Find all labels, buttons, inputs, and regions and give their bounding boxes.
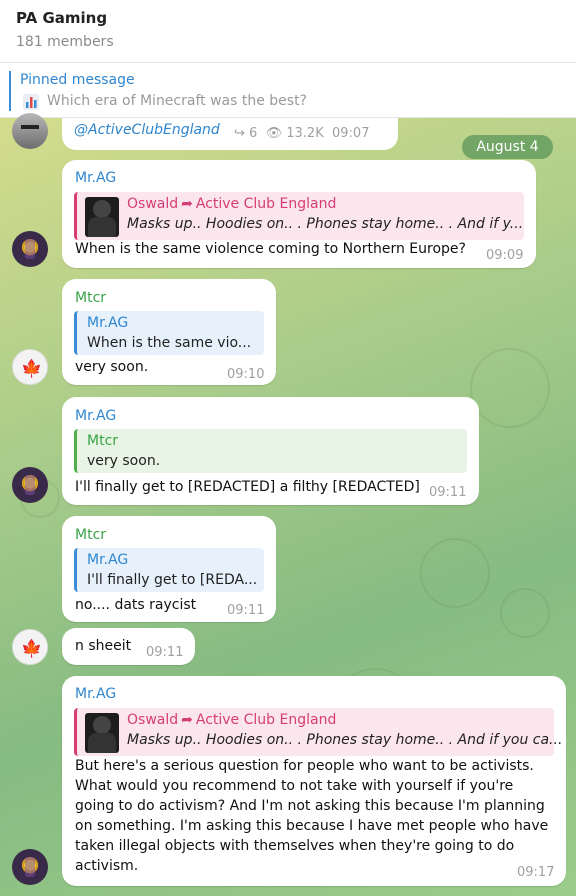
channel-link[interactable]: @ActiveClubEngland — [74, 122, 220, 138]
avatar[interactable] — [12, 113, 48, 149]
reply-text: When is the same vio... — [87, 335, 252, 351]
message-text-line: activism. — [75, 858, 139, 874]
avatar[interactable]: 🍁 — [12, 349, 48, 385]
sender-name[interactable]: Mr.AG — [75, 408, 116, 424]
reply-quote[interactable]: Mtcr very soon. — [74, 429, 467, 473]
message-text-line: on something. I'm asking this because I … — [75, 818, 549, 834]
pinned-text: Which era of Minecraft was the best? — [47, 93, 307, 109]
message-time: 09:11 — [429, 485, 467, 500]
message-text: very soon. — [75, 359, 149, 375]
chat-title: PA Gaming — [16, 9, 108, 27]
message-text: When is the same violence coming to Nort… — [75, 241, 466, 257]
message-time: 09:11 — [146, 645, 184, 660]
date-separator: August 4 — [462, 135, 553, 159]
member-count: 181 members — [16, 34, 114, 50]
pinned-message[interactable]: Pinned message Which era of Minecraft wa… — [0, 62, 576, 118]
message-text: I'll finally get to [REDACTED] a filthy … — [75, 479, 420, 495]
reply-sender: Mr.AG — [87, 315, 129, 331]
chat-header[interactable]: PA Gaming 181 members — [0, 0, 576, 62]
forward-source: Oswald ➦ Active Club England — [127, 196, 337, 212]
eye-icon: 👁 — [265, 126, 283, 141]
reply-sender: Mr.AG — [87, 552, 129, 568]
pinned-title: Pinned message — [20, 72, 135, 88]
avatar[interactable]: 🍁 — [12, 629, 48, 665]
forward-thumbnail — [85, 713, 119, 753]
sender-name[interactable]: Mr.AG — [75, 170, 116, 186]
message-text-line: taken illegal objects with themselves wh… — [75, 838, 515, 854]
sender-name[interactable]: Mtcr — [75, 527, 106, 543]
message-time: 09:17 — [517, 865, 555, 880]
message-bubble[interactable]: Mr.AG Oswald ➦ Active Club England Masks u… — [62, 160, 536, 268]
maple-leaf-icon: 🍁 — [21, 639, 43, 659]
maple-leaf-icon: 🍁 — [21, 359, 43, 379]
message-time: 09:07 — [332, 126, 370, 141]
forward-source: Oswald ➦ Active Club England — [127, 712, 337, 728]
reply-text: I'll finally get to [REDA... — [87, 572, 258, 588]
message-bubble[interactable]: n sheeit 09:11 — [62, 628, 195, 665]
forward-text: Masks up.. Hoodies on.. . Phones stay ho… — [127, 732, 563, 748]
reply-quote[interactable]: Mr.AG When is the same vio... — [74, 311, 264, 355]
message-time: 09:09 — [486, 248, 524, 263]
message-text-line: going to do activism? And I'm not asking… — [75, 798, 545, 814]
message-text: n sheeit — [75, 638, 132, 654]
message-bubble[interactable]: Mtcr Mr.AG I'll finally get to [REDA... … — [62, 516, 276, 622]
bar-chart-icon — [23, 94, 39, 110]
forward-thumbnail — [85, 197, 119, 237]
forward-arrow-icon: ➦ — [181, 712, 193, 728]
reply-sender: Mtcr — [87, 433, 119, 449]
forward-text: Masks up.. Hoodies on.. . Phones stay ho… — [127, 216, 524, 232]
channel-post-footer[interactable]: @ActiveClubEngland ↪ 6 👁 13.2K 09:07 — [62, 118, 398, 150]
view-count: 13.2K — [286, 126, 324, 141]
post-meta: ↪ 6 👁 13.2K 09:07 — [234, 126, 369, 141]
message-time: 09:11 — [227, 603, 265, 618]
forwarded-quote[interactable]: Oswald ➦ Active Club England Masks up.. Ho… — [74, 708, 562, 756]
message-text: no.... dats raycist — [75, 597, 197, 613]
avatar[interactable] — [12, 231, 48, 267]
avatar[interactable] — [12, 467, 48, 503]
share-count: 6 — [249, 126, 258, 141]
message-bubble[interactable]: Mtcr Mr.AG When is the same vio... very … — [62, 279, 276, 385]
reply-quote[interactable]: Mr.AG I'll finally get to [REDA... — [74, 548, 264, 592]
forwarded-quote[interactable]: Oswald ➦ Active Club England Masks up.. Ho… — [74, 192, 524, 240]
reply-text: very soon. — [87, 453, 161, 469]
message-time: 09:10 — [227, 367, 265, 382]
message-bubble[interactable]: Mr.AG Mtcr very soon. I'll finally get t… — [62, 397, 479, 505]
message-text-line: But here's a serious question for people… — [75, 758, 534, 774]
forward-arrow-icon: ➦ — [181, 196, 193, 212]
message-text-line: What would you recommend to not take wit… — [75, 778, 514, 794]
pinned-indicator — [9, 71, 11, 111]
sender-name[interactable]: Mr.AG — [75, 686, 116, 702]
sender-name[interactable]: Mtcr — [75, 290, 106, 306]
share-icon: ↪ — [234, 126, 245, 141]
message-bubble[interactable]: Mr.AG Oswald ➦ Active Club England Masks u… — [62, 676, 566, 886]
avatar[interactable] — [12, 849, 48, 885]
